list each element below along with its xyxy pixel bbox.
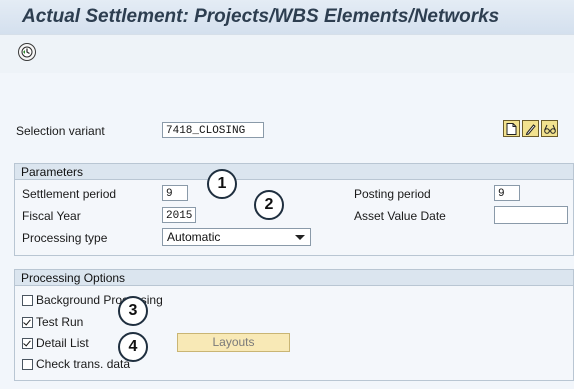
background-processing-checkbox[interactable] [22,295,33,306]
edit-pencil-icon[interactable] [522,120,539,137]
title-bar: Actual Settlement: Projects/WBS Elements… [0,0,574,34]
detail-list-checkbox[interactable] [22,338,33,349]
callout-badge-2: 2 [254,190,284,220]
settlement-period-label: Settlement period [22,187,117,201]
callout-badge-1: 1 [207,169,237,199]
check-trans-data-label: Check trans. data [36,357,131,371]
execute-clock-icon[interactable] [18,43,36,61]
asset-value-date-label: Asset Value Date [354,209,446,223]
asset-value-date-field[interactable] [494,206,568,224]
glasses-display-icon[interactable] [541,120,558,137]
test-run-checkbox[interactable] [22,317,33,328]
posting-period-field[interactable]: 9 [494,185,520,201]
chevron-down-icon [295,235,305,240]
fiscal-year-field[interactable]: 2015 [162,207,196,223]
processing-type-dropdown[interactable]: Automatic [162,228,311,246]
test-run-label: Test Run [36,315,84,329]
callout-badge-3: 3 [118,296,148,326]
new-document-icon[interactable] [503,120,520,137]
selection-variant-label: Selection variant [16,124,105,138]
detail-list-label: Detail List [36,336,89,350]
selection-variant-field[interactable]: 7418_CLOSING [162,122,264,138]
processing-type-label: Processing type [22,231,108,245]
check-trans-data-checkbox[interactable] [22,359,33,370]
settlement-period-field[interactable]: 9 [162,185,188,201]
window-title: Actual Settlement: Projects/WBS Elements… [22,6,500,27]
fiscal-year-label: Fiscal Year [22,209,81,223]
posting-period-label: Posting period [354,187,431,201]
callout-badge-4: 4 [118,332,148,362]
application-toolbar [0,34,574,74]
layouts-button[interactable]: Layouts [177,333,290,352]
processing-type-value: Automatic [167,230,221,244]
processing-options-title: Processing Options [15,270,573,286]
parameters-title: Parameters [15,164,573,180]
